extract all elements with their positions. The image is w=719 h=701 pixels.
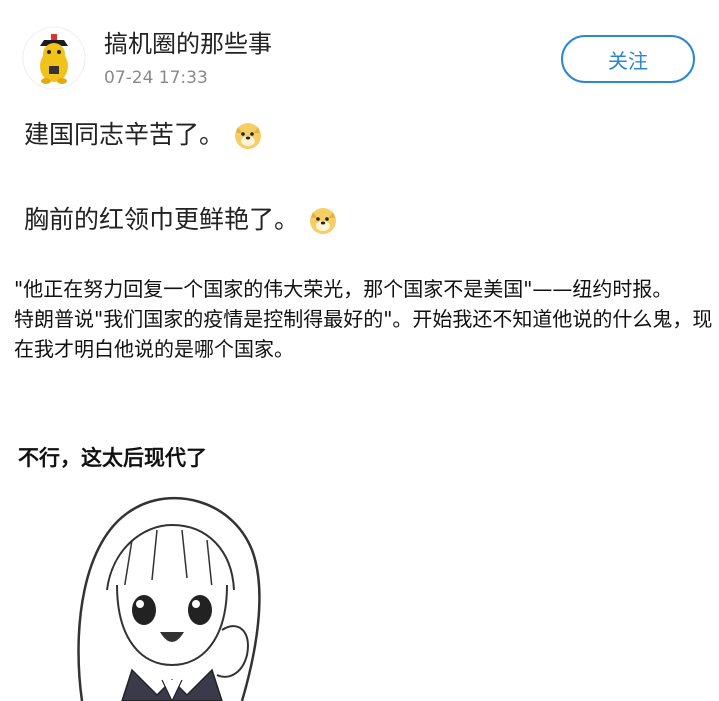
post-timestamp: 07-24 17:33 <box>104 68 208 88</box>
follow-button[interactable]: 关注 <box>561 35 695 83</box>
author-avatar[interactable] <box>22 26 86 90</box>
anime-girl-illustration <box>62 480 272 701</box>
author-name[interactable]: 搞机圈的那些事 <box>104 28 272 60</box>
doge-emoji-icon <box>307 204 339 236</box>
post-text: 胸前的红领巾更鲜艳了。 <box>24 205 300 234</box>
meme-quote-text: "他正在努力回复一个国家的伟大荣光，那个国家不是美国"——纽约时报。 特朗普说"… <box>14 277 713 361</box>
post-line: 建国同志辛苦了。 <box>24 118 264 152</box>
meme-caption: 不行，这太后现代了 <box>18 446 207 470</box>
doge-emoji-icon <box>232 119 264 151</box>
post-text: 建国同志辛苦了。 <box>24 120 225 149</box>
post-line: 胸前的红领巾更鲜艳了。 <box>24 203 339 237</box>
post-image-text[interactable]: "他正在努力回复一个国家的伟大荣光，那个国家不是美国"——纽约时报。 特朗普说"… <box>14 274 714 364</box>
avatar-mascot-icon <box>22 26 86 90</box>
